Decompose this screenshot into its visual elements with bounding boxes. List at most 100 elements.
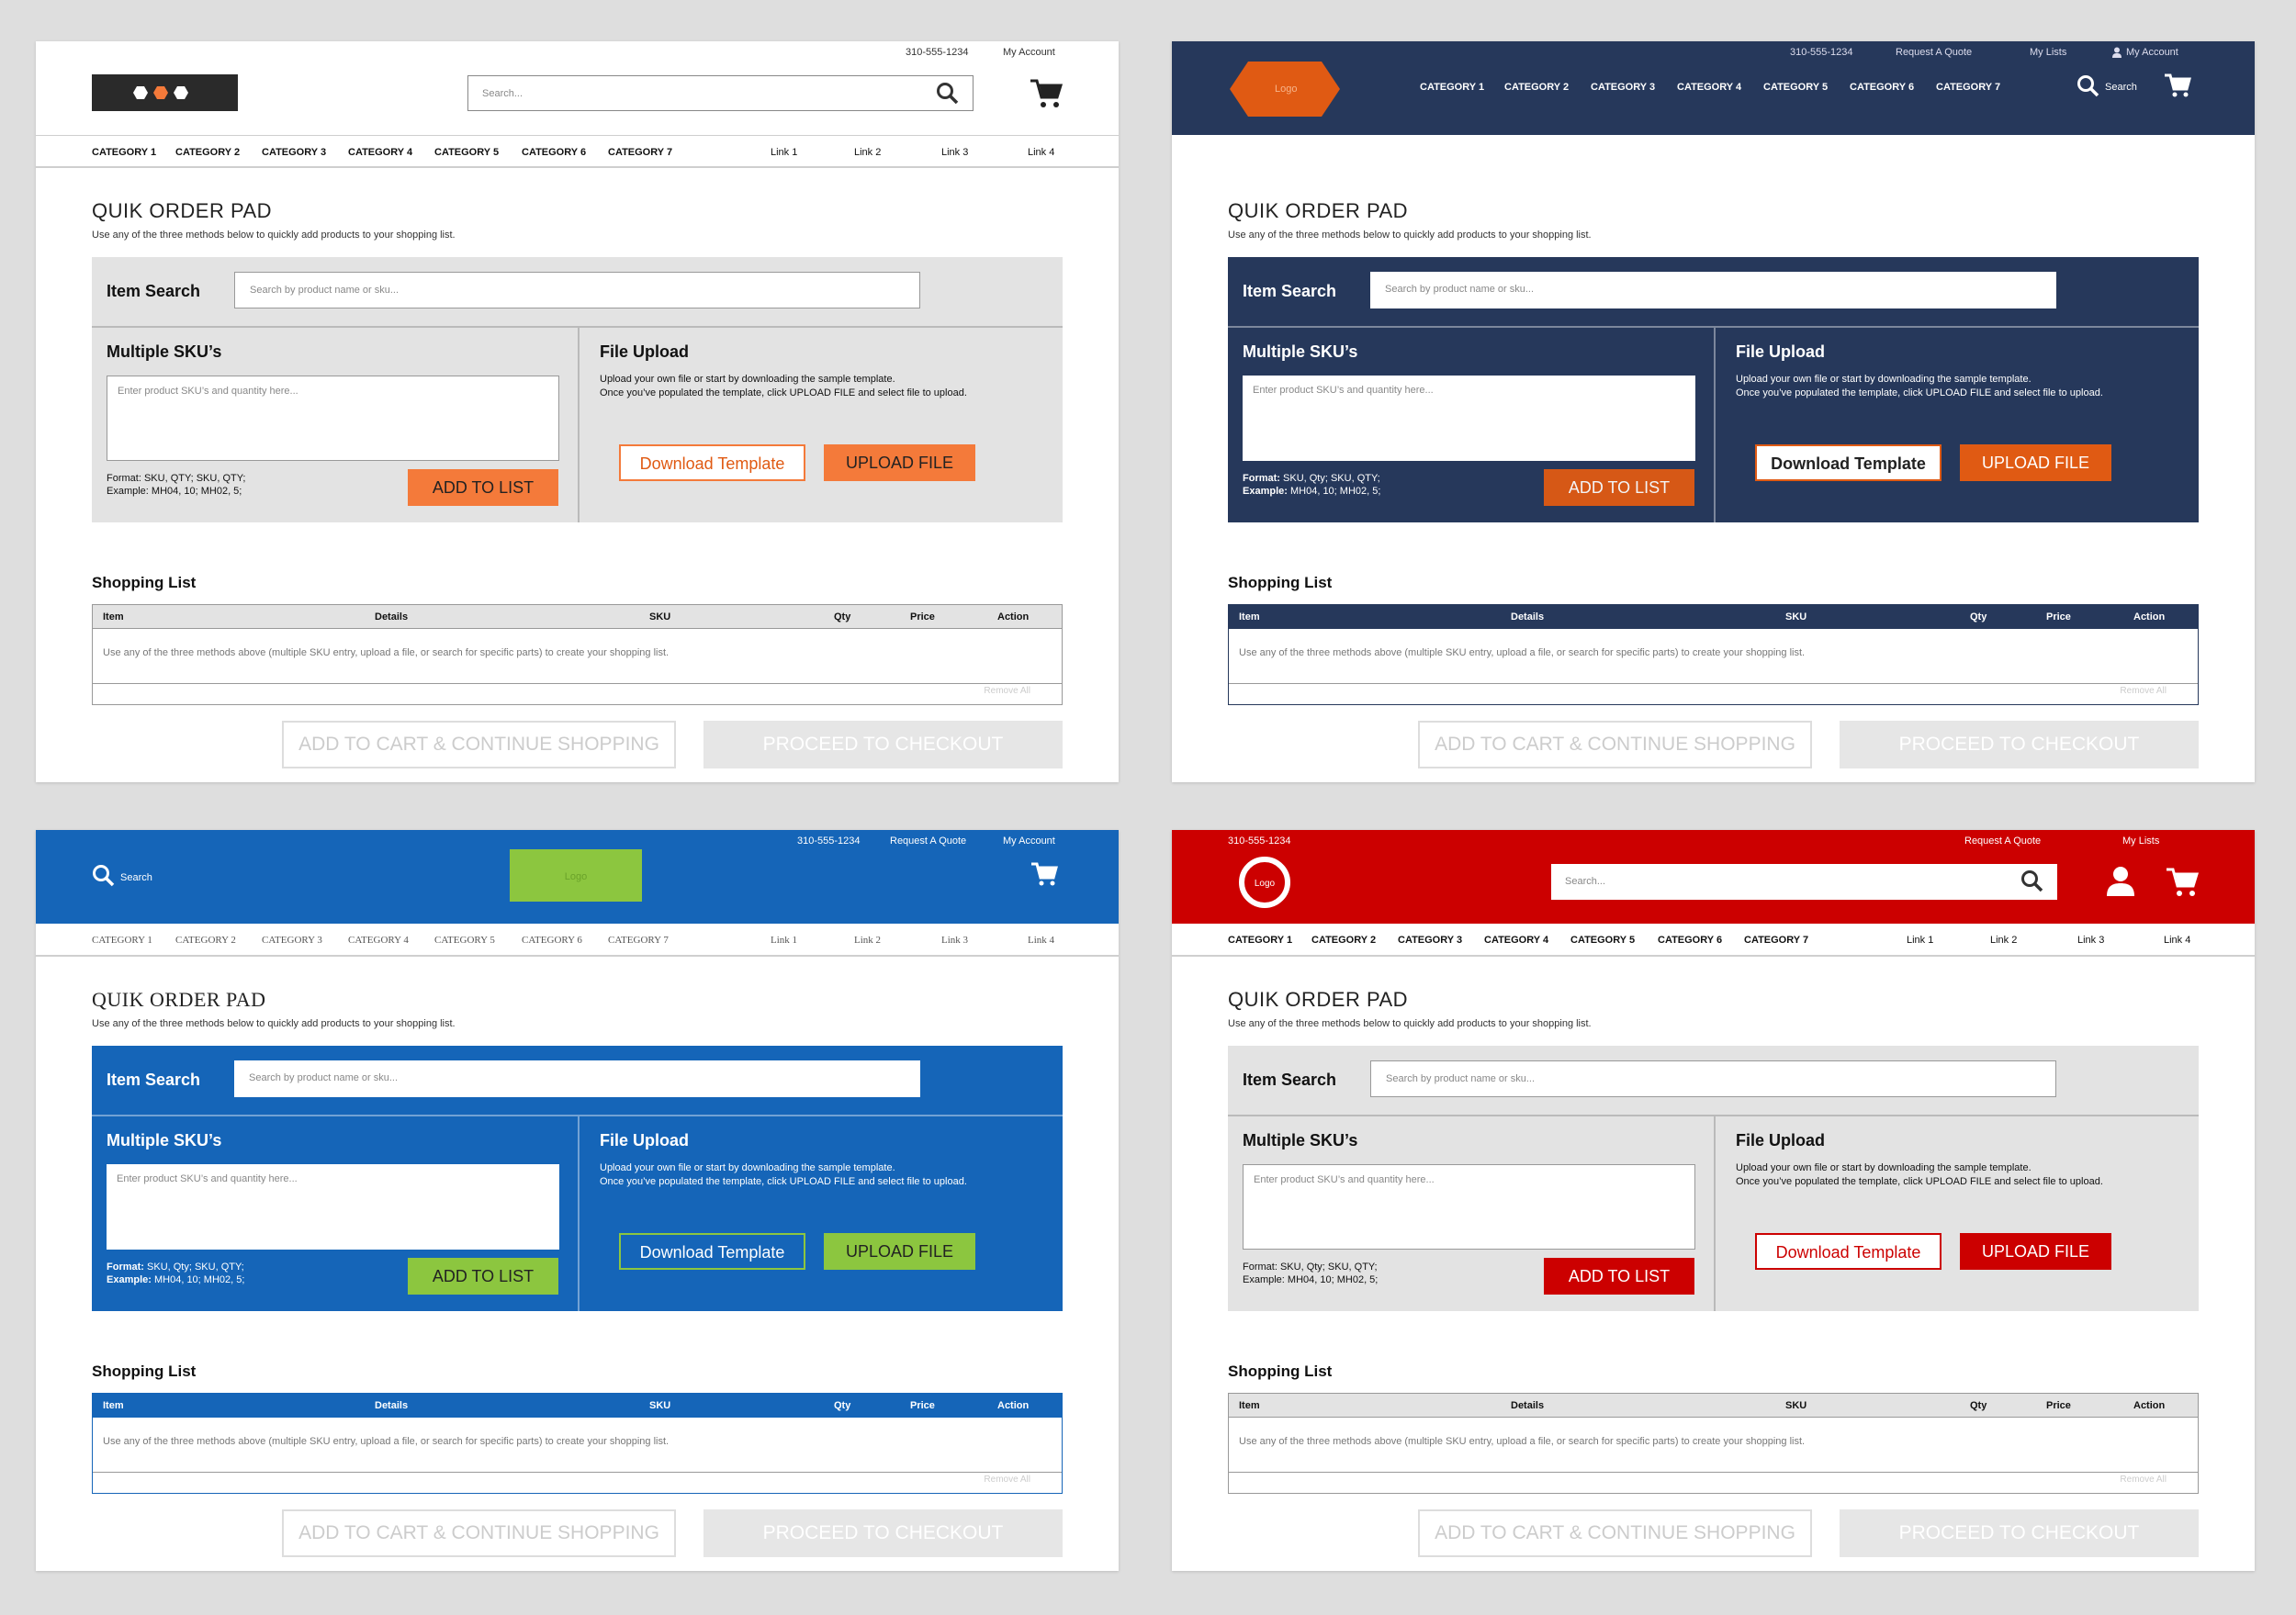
logo[interactable]: Logo	[510, 849, 642, 902]
cart-icon[interactable]	[2164, 73, 2191, 98]
upload-file-button[interactable]: UPLOAD FILE	[1960, 1233, 2111, 1270]
download-template-button[interactable]: Download Template	[1755, 444, 1941, 481]
remove-all-link[interactable]: Remove All	[2120, 686, 2167, 696]
cart-icon[interactable]	[1030, 861, 1058, 887]
search-icon[interactable]	[92, 864, 116, 888]
category-4[interactable]: CATEGORY 4	[1677, 82, 1741, 93]
category-2[interactable]: CATEGORY 2	[1311, 935, 1376, 946]
category-4[interactable]: CATEGORY 4	[348, 147, 412, 158]
my-account-link[interactable]: My Account	[1003, 47, 1055, 58]
my-account-link[interactable]: My Account	[1003, 836, 1055, 847]
category-1[interactable]: CATEGORY 1	[92, 935, 152, 946]
link-4[interactable]: Link 4	[1028, 147, 1054, 158]
add-to-cart-button[interactable]: ADD TO CART & CONTINUE SHOPPING	[282, 1509, 676, 1557]
logo[interactable]	[92, 74, 238, 111]
remove-all-link[interactable]: Remove All	[984, 1475, 1030, 1485]
category-3[interactable]: CATEGORY 3	[1591, 82, 1655, 93]
category-6[interactable]: CATEGORY 6	[1658, 935, 1722, 946]
request-quote-link[interactable]: Request A Quote	[1896, 47, 1972, 58]
search-icon[interactable]	[936, 82, 960, 106]
item-search-input[interactable]: Search by product name or sku...	[234, 1060, 920, 1097]
search-label[interactable]: Search	[2105, 82, 2137, 93]
item-search-input[interactable]: Search by product name or sku...	[1370, 1060, 2056, 1097]
remove-all-link[interactable]: Remove All	[2120, 1475, 2167, 1485]
category-2[interactable]: CATEGORY 2	[1504, 82, 1569, 93]
upload-file-button[interactable]: UPLOAD FILE	[824, 1233, 975, 1270]
checkout-button[interactable]: PROCEED TO CHECKOUT	[703, 721, 1063, 768]
category-5[interactable]: CATEGORY 5	[1763, 82, 1828, 93]
hexagon-dots-icon	[133, 86, 188, 99]
add-to-list-button[interactable]: ADD TO LIST	[1544, 469, 1694, 506]
link-2[interactable]: Link 2	[1990, 935, 2017, 946]
category-7[interactable]: CATEGORY 7	[1744, 935, 1808, 946]
link-1[interactable]: Link 1	[771, 935, 797, 946]
remove-all-link[interactable]: Remove All	[984, 686, 1030, 696]
category-6[interactable]: CATEGORY 6	[1850, 82, 1914, 93]
link-3[interactable]: Link 3	[941, 935, 968, 946]
category-2[interactable]: CATEGORY 2	[175, 935, 236, 946]
category-5[interactable]: CATEGORY 5	[1570, 935, 1635, 946]
item-search-input[interactable]: Search by product name or sku...	[234, 272, 920, 308]
checkout-button[interactable]: PROCEED TO CHECKOUT	[1840, 1509, 2199, 1557]
link-2[interactable]: Link 2	[854, 935, 881, 946]
cart-icon[interactable]	[2166, 867, 2199, 898]
category-5[interactable]: CATEGORY 5	[434, 935, 495, 946]
link-1[interactable]: Link 1	[1907, 935, 1933, 946]
download-template-button[interactable]: Download Template	[619, 444, 805, 481]
checkout-button[interactable]: PROCEED TO CHECKOUT	[703, 1509, 1063, 1557]
sku-textarea[interactable]: Enter product SKU’s and quantity here...	[1243, 376, 1695, 461]
category-3[interactable]: CATEGORY 3	[1398, 935, 1462, 946]
add-to-cart-button[interactable]: ADD TO CART & CONTINUE SHOPPING	[282, 721, 676, 768]
category-3[interactable]: CATEGORY 3	[262, 147, 326, 158]
category-5[interactable]: CATEGORY 5	[434, 147, 499, 158]
link-4[interactable]: Link 4	[2164, 935, 2190, 946]
category-4[interactable]: CATEGORY 4	[1484, 935, 1548, 946]
category-2[interactable]: CATEGORY 2	[175, 147, 240, 158]
add-to-list-button[interactable]: ADD TO LIST	[408, 469, 558, 506]
file-upload-label: File Upload	[600, 1131, 690, 1150]
search-icon[interactable]	[2020, 869, 2044, 893]
category-6[interactable]: CATEGORY 6	[522, 935, 582, 946]
download-template-button[interactable]: Download Template	[1755, 1233, 1941, 1270]
search-input[interactable]: Search...	[1551, 864, 2057, 900]
category-7[interactable]: CATEGORY 7	[1936, 82, 2000, 93]
checkout-button[interactable]: PROCEED TO CHECKOUT	[1840, 721, 2199, 768]
category-1[interactable]: CATEGORY 1	[1420, 82, 1484, 93]
link-4[interactable]: Link 4	[1028, 935, 1054, 946]
category-7[interactable]: CATEGORY 7	[608, 147, 672, 158]
add-to-cart-button[interactable]: ADD TO CART & CONTINUE SHOPPING	[1418, 721, 1812, 768]
cart-icon[interactable]	[1030, 78, 1063, 109]
add-to-list-button[interactable]: ADD TO LIST	[1544, 1258, 1694, 1295]
search-input[interactable]: Search...	[467, 75, 974, 111]
my-account-link[interactable]: My Account	[2126, 47, 2178, 58]
order-methods-box: Item Search Search by product name or sk…	[1228, 257, 2199, 522]
item-search-input[interactable]: Search by product name or sku...	[1370, 272, 2056, 308]
sku-textarea[interactable]: Enter product SKU’s and quantity here...	[1243, 1164, 1695, 1250]
sku-textarea[interactable]: Enter product SKU’s and quantity here...	[107, 1164, 559, 1250]
upload-file-button[interactable]: UPLOAD FILE	[824, 444, 975, 481]
search-label[interactable]: Search	[120, 872, 152, 883]
category-4[interactable]: CATEGORY 4	[348, 935, 409, 946]
upload-file-button[interactable]: UPLOAD FILE	[1960, 444, 2111, 481]
link-1[interactable]: Link 1	[771, 147, 797, 158]
category-3[interactable]: CATEGORY 3	[262, 935, 322, 946]
logo[interactable]: Logo	[1239, 857, 1290, 908]
sku-textarea[interactable]: Enter product SKU’s and quantity here...	[107, 376, 559, 461]
category-6[interactable]: CATEGORY 6	[522, 147, 586, 158]
category-7[interactable]: CATEGORY 7	[608, 935, 669, 946]
add-to-cart-button[interactable]: ADD TO CART & CONTINUE SHOPPING	[1418, 1509, 1812, 1557]
user-icon[interactable]	[2105, 865, 2136, 896]
add-to-list-button[interactable]: ADD TO LIST	[408, 1258, 558, 1295]
download-template-button[interactable]: Download Template	[619, 1233, 805, 1270]
category-1[interactable]: CATEGORY 1	[92, 147, 156, 158]
link-3[interactable]: Link 3	[941, 147, 968, 158]
request-quote-link[interactable]: Request A Quote	[890, 836, 966, 847]
my-lists-link[interactable]: My Lists	[2122, 836, 2159, 847]
category-1[interactable]: CATEGORY 1	[1228, 935, 1292, 946]
search-icon[interactable]	[2077, 74, 2100, 98]
my-lists-link[interactable]: My Lists	[2030, 47, 2066, 58]
link-2[interactable]: Link 2	[854, 147, 881, 158]
link-3[interactable]: Link 3	[2077, 935, 2104, 946]
request-quote-link[interactable]: Request A Quote	[1964, 836, 2041, 847]
col-action: Action	[997, 611, 1030, 622]
